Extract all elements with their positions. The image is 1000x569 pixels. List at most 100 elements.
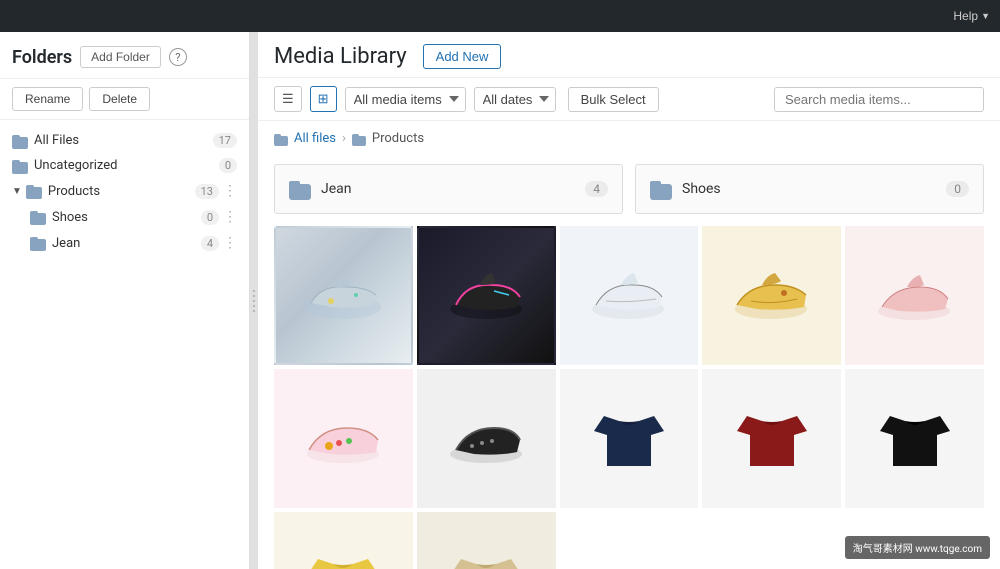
media-grid-area: Jean 4 Shoes 0 <box>258 156 1000 569</box>
resize-dot <box>253 300 255 302</box>
watermark: 淘气哥素材网 www.tqge.com <box>845 536 990 559</box>
add-new-button[interactable]: Add New <box>423 44 502 69</box>
delete-button[interactable]: Delete <box>89 87 150 111</box>
content-header: Media Library Add New <box>258 32 1000 78</box>
sidebar-header: Folders Add Folder ? <box>0 32 249 79</box>
media-item[interactable] <box>274 369 413 508</box>
folder-label: Products <box>48 184 195 199</box>
resize-dot <box>253 295 255 297</box>
top-bar: Help ▼ <box>0 0 1000 32</box>
tshirt-svg <box>875 401 955 476</box>
media-item[interactable] <box>417 226 556 365</box>
folder-card-name: Shoes <box>682 181 946 197</box>
shoe-svg <box>586 265 671 325</box>
grid-view-icon: ⊞ <box>318 91 329 106</box>
folder-card-row: Jean 4 Shoes 0 <box>274 164 984 214</box>
shoe-svg <box>872 265 957 325</box>
media-item[interactable] <box>702 226 841 365</box>
shoe-svg <box>301 265 386 325</box>
folder-card-jean[interactable]: Jean 4 <box>274 164 623 214</box>
media-item[interactable] <box>417 369 556 508</box>
list-view-button[interactable]: ☰ <box>274 86 302 112</box>
breadcrumb-folder-icon <box>274 134 288 144</box>
folder-menu-icon[interactable]: ⋮ <box>223 183 237 199</box>
folder-count: 0 <box>201 210 219 225</box>
folder-card-name: Jean <box>321 181 585 197</box>
grid-view-button[interactable]: ⊞ <box>310 86 337 112</box>
sidebar-item-products[interactable]: ▼ Products 13 ⋮ <box>0 178 249 204</box>
media-item[interactable] <box>417 512 556 569</box>
sidebar-actions: Rename Delete <box>0 79 249 120</box>
folder-icon <box>30 211 46 223</box>
media-item[interactable] <box>702 369 841 508</box>
media-filter-select[interactable]: All media items Images Videos <box>345 87 466 112</box>
sidebar-item-uncategorized[interactable]: Uncategorized 0 <box>0 153 249 178</box>
breadcrumb: All files › Products <box>258 121 1000 156</box>
media-item[interactable] <box>845 369 984 508</box>
breadcrumb-all-files[interactable]: All files <box>294 131 336 146</box>
folder-card-icon <box>650 181 672 197</box>
media-item[interactable] <box>845 226 984 365</box>
list-view-icon: ☰ <box>282 91 294 106</box>
folder-card-shoes[interactable]: Shoes 0 <box>635 164 984 214</box>
folder-count: 0 <box>219 158 237 173</box>
folder-label: Shoes <box>52 210 201 225</box>
folder-label: Jean <box>52 236 201 251</box>
shoe-svg <box>301 408 386 468</box>
folder-icon <box>30 237 46 249</box>
tshirt-svg <box>732 401 812 476</box>
date-filter-select[interactable]: All dates <box>474 87 556 112</box>
help-label: Help <box>953 9 978 23</box>
folder-card-count: 4 <box>585 181 608 197</box>
expand-arrow-icon: ▼ <box>12 186 22 197</box>
folder-card-count: 0 <box>946 181 969 197</box>
bulk-select-button[interactable]: Bulk Select <box>568 87 659 112</box>
sidebar-help-icon[interactable]: ? <box>169 48 187 66</box>
breadcrumb-current: Products <box>372 131 424 146</box>
media-item[interactable] <box>560 369 699 508</box>
add-folder-button[interactable]: Add Folder <box>80 46 161 68</box>
sidebar-title: Folders <box>12 47 72 68</box>
content-area: Media Library Add New ☰ ⊞ All media item… <box>258 32 1000 569</box>
resize-dot <box>253 305 255 307</box>
folder-count: 4 <box>201 236 219 251</box>
breadcrumb-separator: › <box>342 131 346 146</box>
page-title: Media Library <box>274 44 407 69</box>
tshirt-svg <box>446 544 526 569</box>
resize-dot <box>253 310 255 312</box>
folder-label: Uncategorized <box>34 158 219 173</box>
resize-dot <box>253 290 255 292</box>
folder-menu-icon[interactable]: ⋮ <box>223 235 237 251</box>
folder-icon <box>26 185 42 197</box>
folder-count: 13 <box>195 184 219 199</box>
folder-count: 17 <box>213 133 237 148</box>
rename-button[interactable]: Rename <box>12 87 83 111</box>
sidebar-item-jean[interactable]: Jean 4 ⋮ <box>0 230 249 256</box>
breadcrumb-folder-icon-2 <box>352 134 366 144</box>
sidebar: Folders Add Folder ? Rename Delete All F… <box>0 32 250 569</box>
search-input[interactable] <box>774 87 984 112</box>
resize-handle[interactable] <box>250 32 258 569</box>
folder-icon <box>12 160 28 172</box>
sidebar-item-shoes[interactable]: Shoes 0 ⋮ <box>0 204 249 230</box>
resize-dots <box>253 290 255 312</box>
folder-label: All Files <box>34 133 213 148</box>
shoe-svg <box>729 265 814 325</box>
shoe-svg <box>444 265 529 325</box>
tshirt-svg <box>589 401 669 476</box>
folder-list: All Files 17 Uncategorized 0 ▼ Products … <box>0 120 249 569</box>
shoe-svg <box>444 408 529 468</box>
help-dropdown-arrow: ▼ <box>981 11 990 21</box>
sidebar-item-all-files[interactable]: All Files 17 <box>0 128 249 153</box>
tshirt-svg <box>303 544 383 569</box>
media-item[interactable] <box>560 226 699 365</box>
media-item[interactable] <box>274 512 413 569</box>
folder-menu-icon[interactable]: ⋮ <box>223 209 237 225</box>
image-grid <box>274 226 984 569</box>
folder-card-icon <box>289 181 311 197</box>
main-layout: Folders Add Folder ? Rename Delete All F… <box>0 32 1000 569</box>
help-button[interactable]: Help ▼ <box>953 9 990 23</box>
media-item[interactable] <box>274 226 413 365</box>
folder-icon <box>12 135 28 147</box>
toolbar: ☰ ⊞ All media items Images Videos All da… <box>258 78 1000 121</box>
